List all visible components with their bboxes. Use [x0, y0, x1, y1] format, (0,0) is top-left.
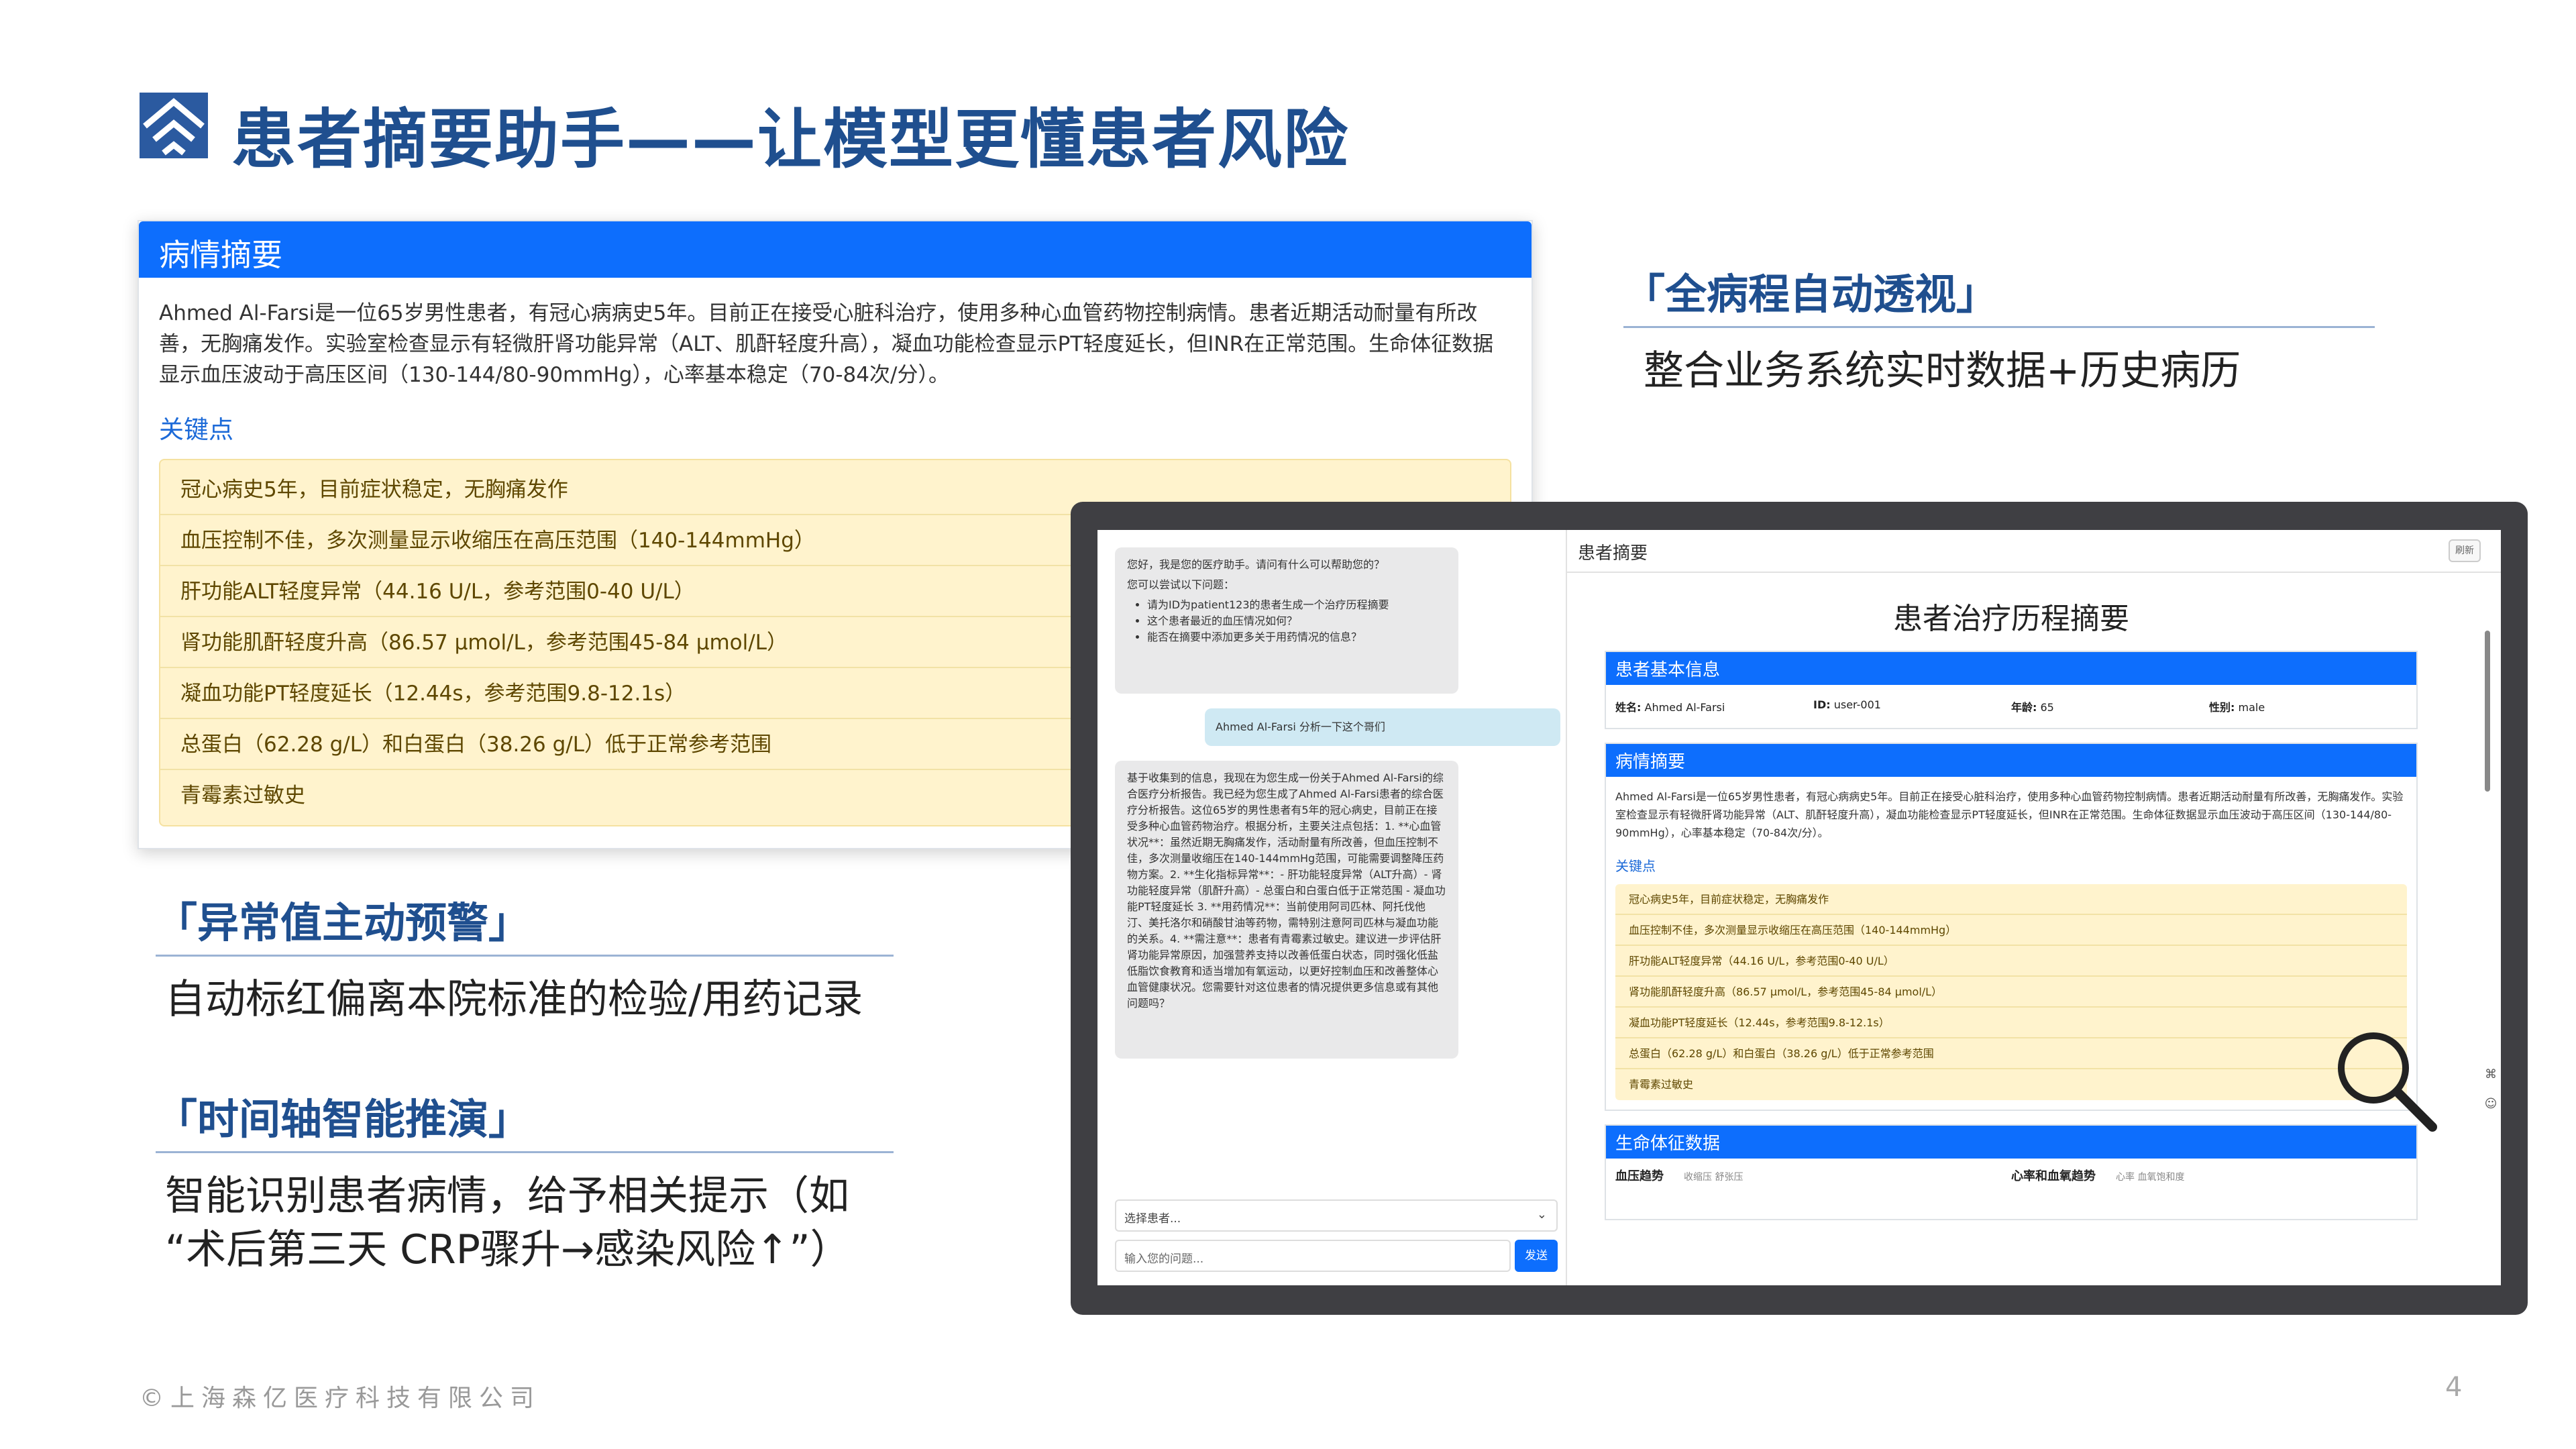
app-screenshot-frame: 您好，我是您的医疗助手。请问有什么可以帮助您的？ 您可以尝试以下问题： 请为ID…: [1071, 502, 2528, 1315]
try-label: 您可以尝试以下问题：: [1127, 578, 1235, 591]
bp-chart: 血压趋势 收缩压 舒张压: [1615, 1167, 2011, 1211]
key-point-item: 肾功能肌酐轻度升高（86.57 μmol/L，参考范围45-84 μmol/L）: [1615, 977, 2407, 1008]
basic-info-row: 姓名: Ahmed Al-Farsi ID: user-001 年龄: 65 性…: [1606, 685, 2416, 728]
suggestion-list: 请为ID为patient123的患者生成一个治疗历程摘要 这个患者最近的血压情况…: [1147, 597, 1446, 645]
key-point-item: 凝血功能PT轻度延长（12.44s，参考范围9.8-12.1s）: [1615, 1008, 2407, 1038]
section-text: 整合业务系统实时数据+历史病历: [1644, 347, 2241, 394]
chat-pane: 您好，我是您的医疗助手。请问有什么可以帮助您的？ 您可以尝试以下问题： 请为ID…: [1097, 530, 1567, 1285]
key-point-item: 血压控制不佳，多次测量显示收缩压在高压范围（140-144mmHg）: [1615, 915, 2407, 946]
card-heading: 病情摘要: [139, 221, 1532, 278]
send-button[interactable]: 发送: [1515, 1240, 1558, 1272]
id-field: ID: user-001: [1813, 698, 2011, 714]
document-title: 患者治疗历程摘要: [1893, 602, 2129, 636]
section-text: 自动标红偏离本院标准的检验/用药记录: [165, 976, 863, 1023]
section-divider: [1623, 326, 2375, 328]
vitals-charts-row: 血压趋势 收缩压 舒张压 心率和血氧趋势 心率 血氧饱和度: [1606, 1159, 2416, 1219]
name-label: 姓名:: [1615, 701, 1642, 714]
patient-select-label: 选择患者...: [1124, 1212, 1181, 1226]
greeting-text: 您好，我是您的医疗助手。请问有什么可以帮助您的？: [1127, 558, 1385, 571]
slide-title: 患者摘要助手——让模型更懂患者风险: [231, 102, 1349, 177]
summary-tab-title: 患者摘要: [1567, 530, 2501, 573]
block-heading: 患者基本信息: [1606, 652, 2416, 685]
gender-label: 性别:: [2209, 701, 2235, 714]
condition-summary-block: 病情摘要 Ahmed Al-Farsi是一位65岁男性患者，有冠心病病史5年。目…: [1605, 743, 2418, 1111]
key-points-title: 关键点: [159, 415, 233, 444]
age-value: 65: [2040, 701, 2054, 714]
slide: 患者摘要助手——让模型更懂患者风险 病情摘要 Ahmed Al-Farsi是一位…: [0, 0, 2576, 1449]
section-timeline: 「时间轴智能推演」 智能识别患者病情，给予相关提示（如 “术后第三天 CRP骤升…: [156, 1085, 894, 1277]
assistant-icon[interactable]: ☺: [2481, 1089, 2501, 1119]
section-full-course: 「全病程自动透视」 整合业务系统实时数据+历史病历: [1623, 260, 2375, 398]
key-point-item: 青霉素过敏史: [1629, 1078, 1694, 1091]
gender-value: male: [2238, 701, 2265, 714]
logo-graphic: [140, 93, 208, 158]
id-value: user-001: [1833, 698, 1881, 711]
company-logo-icon: [140, 93, 208, 158]
bp-title: 血压趋势: [1615, 1169, 1664, 1183]
suggestion-item[interactable]: 这个患者最近的血压情况如何？: [1147, 613, 1446, 629]
section-text-2: “术后第三天 CRP骤升→感染风险↑”）: [165, 1226, 851, 1273]
id-label: ID:: [1813, 698, 1831, 711]
summary-document: 患者治疗历程摘要 患者基本信息 姓名: Ahmed Al-Farsi ID: u…: [1605, 590, 2418, 1220]
assistant-greeting-bubble: 您好，我是您的医疗助手。请问有什么可以帮助您的？ 您可以尝试以下问题： 请为ID…: [1115, 547, 1458, 694]
expand-icon[interactable]: ⌘: [2481, 1060, 2501, 1089]
section-divider: [156, 955, 894, 957]
bp-legend: 收缩压 舒张压: [1684, 1172, 1743, 1183]
block-heading: 病情摘要: [1606, 744, 2416, 777]
app-screen: 您好，我是您的医疗助手。请问有什么可以帮助您的？ 您可以尝试以下问题： 请为ID…: [1097, 530, 2501, 1285]
key-point-item: 总蛋白（62.28 g/L）和白蛋白（38.26 g/L）低于正常参考范围: [1615, 1038, 2407, 1069]
vitals-block: 生命体征数据 血压趋势 收缩压 舒张压 心率和血氧趋势 心率 血氧饱和度: [1605, 1124, 2418, 1220]
assistant-reply-bubble: 基于收集到的信息，我现在为您生成一份关于Ahmed Al-Farsi的综合医疗分…: [1115, 761, 1458, 1059]
section-heading: 「异常值主动预警」: [156, 898, 531, 947]
key-points-list: 冠心病史5年，目前症状稳定，无胸痛发作 血压控制不佳，多次测量显示收缩压在高压范…: [1615, 884, 2407, 1100]
key-point-item: 冠心病史5年，目前症状稳定，无胸痛发作: [1615, 884, 2407, 915]
magnifier-icon: [2338, 1032, 2437, 1132]
side-toolbar: ⌘ ☺: [2481, 1060, 2501, 1119]
hr-legend: 心率 血氧饱和度: [2116, 1172, 2185, 1183]
summary-scrollbar[interactable]: [2482, 604, 2493, 1275]
suggestion-item[interactable]: 能否在摘要中添加更多关于用药情况的信息？: [1147, 629, 1446, 645]
age-field: 年龄: 65: [2011, 698, 2209, 714]
section-heading: 「全病程自动透视」: [1623, 270, 1998, 319]
question-input[interactable]: 输入您的问题...: [1115, 1240, 1511, 1272]
chevron-down-icon: ⌄: [1536, 1208, 1547, 1222]
patient-select[interactable]: 选择患者... ⌄: [1115, 1199, 1558, 1232]
name-field: 姓名: Ahmed Al-Farsi: [1615, 698, 1813, 714]
hr-chart: 心率和血氧趋势 心率 血氧饱和度: [2011, 1167, 2407, 1211]
refresh-button[interactable]: 刷新: [2449, 539, 2481, 562]
section-text: 智能识别患者病情，给予相关提示（如: [165, 1173, 849, 1220]
hr-title: 心率和血氧趋势: [2011, 1169, 2096, 1183]
section-divider: [156, 1151, 894, 1153]
page-number: 4: [2445, 1372, 2463, 1403]
scrollbar-thumb[interactable]: [2485, 631, 2490, 792]
name-value: Ahmed Al-Farsi: [1644, 701, 1725, 714]
gender-field: 性别: male: [2209, 698, 2407, 714]
age-label: 年龄:: [2011, 701, 2037, 714]
summary-text: Ahmed Al-Farsi是一位65岁男性患者，有冠心病病史5年。目前正在接受…: [159, 301, 1494, 387]
summary-text: Ahmed Al-Farsi是一位65岁男性患者，有冠心病病史5年。目前正在接受…: [1615, 790, 2404, 839]
block-heading: 生命体征数据: [1606, 1126, 2416, 1159]
user-message-bubble: Ahmed Al-Farsi 分析一下这个哥们: [1205, 708, 1560, 746]
suggestion-item[interactable]: 请为ID为patient123的患者生成一个治疗历程摘要: [1147, 597, 1446, 613]
section-abnormal-alert: 「异常值主动预警」 自动标红偏离本院标准的检验/用药记录: [156, 889, 894, 1026]
section-heading: 「时间轴智能推演」: [156, 1095, 531, 1144]
key-points-title: 关键点: [1615, 858, 1656, 874]
key-point-item: 肝功能ALT轻度异常（44.16 U/L，参考范围0-40 U/L）: [1615, 946, 2407, 977]
summary-pane: 患者摘要 刷新 患者治疗历程摘要 患者基本信息 姓名: Ahmed Al-Far…: [1567, 530, 2501, 1285]
basic-info-block: 患者基本信息 姓名: Ahmed Al-Farsi ID: user-001 年…: [1605, 651, 2418, 729]
footer-company: ©上海森亿医疗科技有限公司: [140, 1385, 541, 1412]
